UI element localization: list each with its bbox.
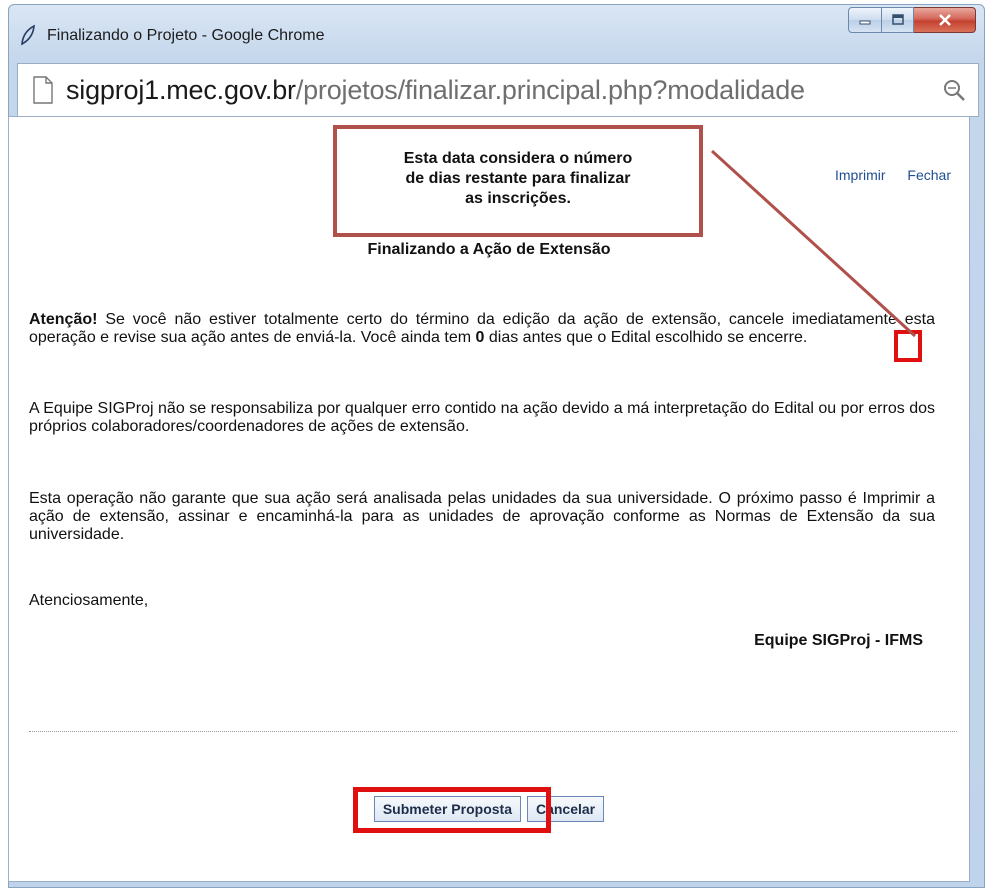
page-title: Finalizando a Ação de Extensão (367, 241, 611, 258)
maximize-button[interactable] (882, 7, 914, 33)
days-remaining: 0 (475, 329, 485, 346)
signature: Equipe SIGProj - IFMS (754, 632, 923, 649)
submit-highlight-box (353, 787, 551, 833)
callout-line-2: de dias restante para finalizar (405, 170, 631, 187)
url-host: sigproj1.mec.gov.br (66, 75, 296, 105)
maximize-icon (891, 14, 904, 25)
url-text[interactable]: sigproj1.mec.gov.br/projetos/finalizar.p… (66, 75, 936, 106)
minimize-icon (859, 20, 871, 25)
address-bar[interactable]: sigproj1.mec.gov.br/projetos/finalizar.p… (17, 63, 979, 117)
window-controls (848, 7, 976, 35)
callout-line-3: as inscrições. (465, 190, 571, 207)
page-icon (32, 76, 54, 109)
warning-label: Atenção! (29, 311, 98, 328)
close-window-button[interactable] (914, 7, 976, 33)
days-highlight-box (894, 330, 922, 362)
divider (29, 731, 957, 732)
close-icon (938, 14, 951, 26)
warning-end-text: dias antes que o Edital escolhido se enc… (484, 329, 808, 346)
warning-paragraph: Atenção! Se você não estiver totalmente … (29, 311, 935, 347)
closing-text: Atenciosamente, (29, 592, 149, 609)
callout-box: Esta data considera o número de dias res… (333, 125, 703, 237)
disclaimer-paragraph: A Equipe SIGProj não se responsabiliza p… (29, 400, 935, 435)
chrome-app-icon (19, 24, 37, 46)
zoom-icon[interactable] (942, 78, 966, 107)
window-title: Finalizando o Projeto - Google Chrome (47, 27, 325, 44)
print-link[interactable]: Imprimir (835, 167, 886, 183)
title-bar[interactable]: Finalizando o Projeto - Google Chrome (9, 5, 984, 49)
callout-line-1: Esta data considera o número (403, 150, 633, 167)
close-link[interactable]: Fechar (907, 167, 951, 183)
url-path: /projetos/finalizar.principal.php?modali… (295, 75, 805, 105)
top-links: Imprimir Fechar (817, 167, 951, 183)
next-step-paragraph: Esta operação não garante que sua ação s… (29, 490, 935, 543)
screen-edge (0, 0, 8, 888)
minimize-button[interactable] (848, 7, 882, 33)
